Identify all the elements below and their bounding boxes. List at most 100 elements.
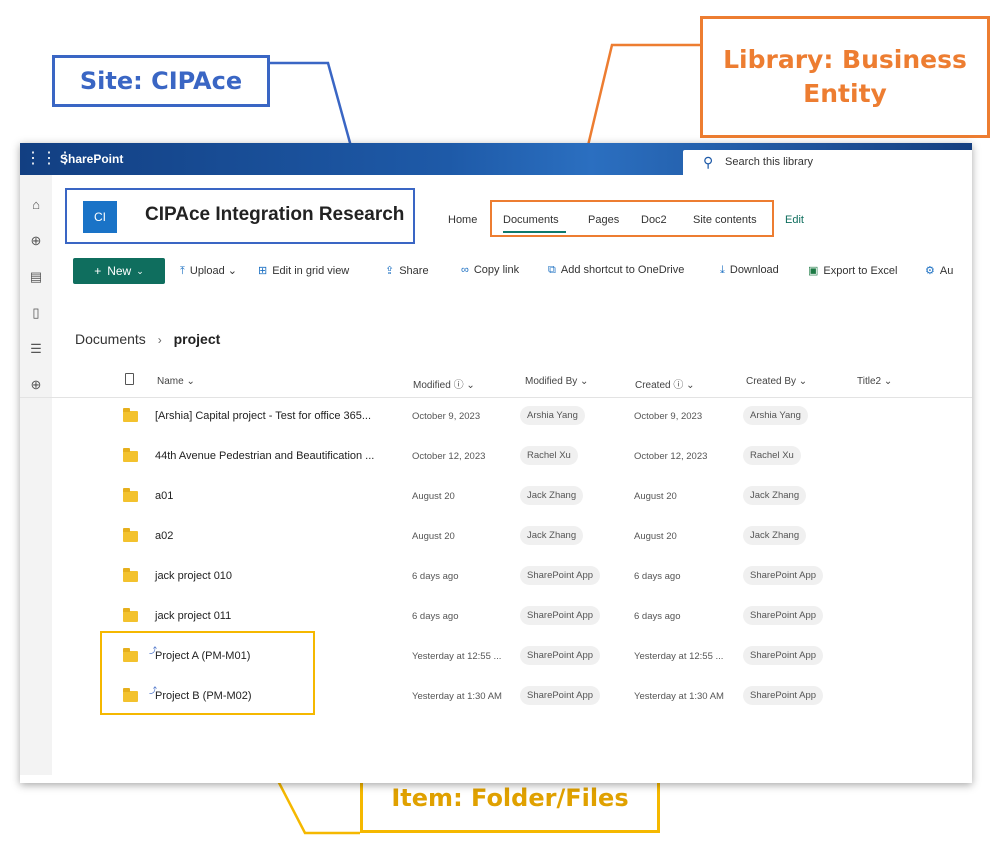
- nav-home[interactable]: Home: [448, 214, 477, 226]
- home-icon[interactable]: ⌂: [28, 197, 44, 213]
- copy-link-button[interactable]: ∞ Copy link: [461, 264, 519, 276]
- column-created-by[interactable]: Created By ⌄: [746, 376, 807, 387]
- column-title2-label: Title2: [857, 376, 882, 387]
- row-created-by[interactable]: Jack Zhang: [743, 486, 807, 505]
- breadcrumb-root[interactable]: Documents: [75, 331, 146, 347]
- nav-site-contents[interactable]: Site contents: [693, 214, 757, 226]
- row-modified-by[interactable]: Jack Zhang: [520, 486, 584, 505]
- brand-name[interactable]: SharePoint: [60, 152, 123, 166]
- row-name[interactable]: jack project 010: [155, 570, 232, 582]
- download-button[interactable]: ⤓ Download: [720, 264, 779, 277]
- download-icon: ⤓: [720, 264, 725, 276]
- library-callout: Library: Business Entity: [700, 16, 990, 138]
- command-bar: + New ⌄ ⤒ Upload ⌄ ⊞ Edit in grid view ⇪ Sh…: [20, 255, 972, 285]
- row-created-by[interactable]: SharePoint App: [743, 606, 824, 625]
- export-excel-button[interactable]: ▣ Export to Excel: [808, 264, 897, 277]
- globe-icon[interactable]: ⊕: [28, 233, 44, 249]
- column-created-label: Created: [635, 380, 671, 391]
- row-modified-by[interactable]: SharePoint App: [520, 646, 601, 665]
- table-row[interactable]: a02 August 20 Jack Zhang August 20 Jack Zhan…: [20, 518, 972, 558]
- folder-icon: [123, 528, 138, 542]
- row-created-by[interactable]: Rachel Xu: [743, 446, 801, 465]
- file-type-icon[interactable]: [125, 373, 134, 385]
- chevron-down-icon: ⌄: [136, 265, 144, 276]
- site-title[interactable]: CIPAce Integration Research: [145, 204, 404, 226]
- column-title2[interactable]: Title2 ⌄: [857, 376, 892, 387]
- row-modified: Yesterday at 12:55 ...: [412, 651, 502, 662]
- row-modified-by[interactable]: SharePoint App: [520, 566, 601, 585]
- table-row[interactable]: [Arshia] Capital project - Test for offi…: [20, 398, 972, 438]
- row-created-by[interactable]: Jack Zhang: [743, 526, 807, 545]
- add-shortcut-label: Add shortcut to OneDrive: [560, 264, 685, 276]
- new-button-label: New: [107, 264, 132, 278]
- table-row[interactable]: a01 August 20 Jack Zhang August 20 Jack Zhan…: [20, 478, 972, 518]
- nav-pages[interactable]: Pages: [588, 214, 619, 226]
- share-button[interactable]: ⇪ Share: [385, 264, 429, 277]
- automate-button[interactable]: ⚙ Au: [925, 264, 953, 277]
- share-icon: ⇪: [385, 265, 395, 277]
- row-name[interactable]: a02: [155, 530, 173, 542]
- column-header-row: Name ⌄ Modified ⓘ ⌄ Modified By ⌄ Create…: [20, 365, 972, 398]
- site-callout-label: Site: CIPAce: [79, 67, 243, 95]
- row-created-by[interactable]: SharePoint App: [743, 686, 824, 705]
- row-modified-by[interactable]: Arshia Yang: [520, 406, 585, 425]
- edit-grid-button[interactable]: ⊞ Edit in grid view: [258, 264, 349, 277]
- row-name[interactable]: a01: [155, 490, 173, 502]
- row-modified: August 20: [412, 491, 455, 502]
- row-modified: October 9, 2023: [412, 411, 481, 422]
- nav-doc2[interactable]: Doc2: [641, 214, 667, 226]
- link-icon: ∞: [461, 264, 469, 276]
- share-label: Share: [399, 265, 429, 277]
- column-modified-by-label: Modified By: [525, 376, 578, 387]
- add-shortcut-button[interactable]: ⧉ Add shortcut to OneDrive: [548, 264, 684, 277]
- row-modified: August 20: [412, 531, 455, 542]
- row-created-by[interactable]: SharePoint App: [743, 646, 824, 665]
- row-created-by[interactable]: SharePoint App: [743, 566, 824, 585]
- column-modified-by[interactable]: Modified By ⌄: [525, 376, 588, 387]
- row-modified-by[interactable]: SharePoint App: [520, 686, 601, 705]
- search-input[interactable]: Search this library: [725, 156, 813, 168]
- column-name-label: Name: [157, 376, 184, 387]
- automate-icon: ⚙: [925, 265, 935, 277]
- search-icon: ⚲: [703, 154, 714, 170]
- upload-icon: ⤒: [180, 265, 185, 277]
- lists-icon[interactable]: ☰: [28, 341, 44, 357]
- new-button[interactable]: + New ⌄: [73, 258, 165, 284]
- row-name[interactable]: [Arshia] Capital project - Test for offi…: [155, 410, 371, 422]
- table-row[interactable]: jack project 010 6 days ago SharePoint App…: [20, 558, 972, 598]
- table-row[interactable]: 44th Avenue Pedestrian and Beautificatio…: [20, 438, 972, 478]
- search-box[interactable]: ⚲ Search this library: [683, 150, 972, 176]
- row-created-by[interactable]: Arshia Yang: [743, 406, 808, 425]
- file-icon[interactable]: ▯: [28, 305, 44, 321]
- column-modified-label: Modified: [413, 380, 451, 391]
- column-created[interactable]: Created ⓘ ⌄: [635, 376, 695, 391]
- folder-icon: [123, 608, 138, 622]
- waffle-icon[interactable]: ⋮⋮⋮: [25, 149, 73, 169]
- row-created: August 20: [634, 531, 677, 542]
- row-modified-by[interactable]: Rachel Xu: [520, 446, 578, 465]
- column-created-by-label: Created By: [746, 376, 797, 387]
- row-created: August 20: [634, 491, 677, 502]
- row-created: Yesterday at 1:30 AM: [634, 691, 724, 702]
- row-modified: Yesterday at 1:30 AM: [412, 691, 502, 702]
- row-created: 6 days ago: [634, 571, 681, 582]
- export-label: Export to Excel: [823, 265, 898, 277]
- nav-edit[interactable]: Edit: [785, 214, 804, 226]
- upload-button[interactable]: ⤒ Upload ⌄: [180, 264, 237, 278]
- row-name[interactable]: 44th Avenue Pedestrian and Beautificatio…: [155, 450, 374, 462]
- nav-active-indicator: [503, 231, 566, 233]
- copy-link-label: Copy link: [473, 264, 520, 276]
- column-name[interactable]: Name ⌄: [157, 376, 195, 387]
- library-callout-line2: Entity: [803, 79, 887, 108]
- column-modified[interactable]: Modified ⓘ ⌄: [413, 376, 475, 391]
- row-modified-by[interactable]: SharePoint App: [520, 606, 601, 625]
- item-highlight-box: [100, 631, 315, 715]
- library-callout-line1: Library: Business: [723, 45, 967, 75]
- site-logo[interactable]: CI: [83, 201, 117, 233]
- upload-label: Upload: [189, 265, 225, 277]
- row-modified: October 12, 2023: [412, 451, 486, 462]
- row-modified-by[interactable]: Jack Zhang: [520, 526, 584, 545]
- nav-documents[interactable]: Documents: [503, 214, 559, 226]
- suite-bar: ⋮⋮⋮ SharePoint ⚲ Search this library: [20, 143, 972, 176]
- row-name[interactable]: jack project 011: [155, 610, 231, 622]
